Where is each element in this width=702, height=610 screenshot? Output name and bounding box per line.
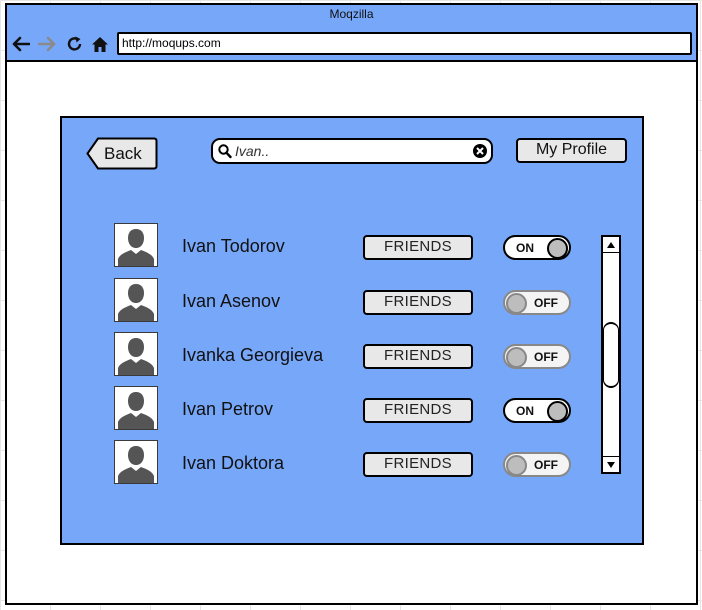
scrollbar[interactable]: [601, 235, 621, 474]
arrow-right-icon[interactable]: [37, 35, 57, 53]
scroll-thumb[interactable]: [603, 322, 619, 388]
toggle-label: ON: [516, 241, 534, 255]
user-silhouette-icon: [118, 229, 154, 266]
friends-status-button[interactable]: FRIENDS: [363, 290, 473, 315]
notification-toggle[interactable]: ON: [503, 398, 571, 423]
friend-name[interactable]: Ivan Doktora: [182, 453, 284, 474]
toggle-knob: [547, 401, 568, 422]
browser-titlebar: Moqzilla http://moqups.com: [7, 5, 696, 62]
search-input[interactable]: [235, 142, 465, 160]
search-icon: [218, 144, 232, 164]
avatar[interactable]: [114, 278, 158, 322]
friends-status-button[interactable]: FRIENDS: [363, 452, 473, 477]
friend-name[interactable]: Ivan Asenov: [182, 291, 280, 312]
notification-toggle[interactable]: OFF: [503, 344, 571, 369]
scroll-up-arrow-icon[interactable]: [603, 237, 619, 253]
user-silhouette-icon: [118, 284, 154, 321]
friend-name[interactable]: Ivanka Georgieva: [182, 345, 323, 366]
back-button-label: Back: [104, 144, 142, 163]
friends-status-button[interactable]: FRIENDS: [363, 398, 473, 423]
notification-toggle[interactable]: OFF: [503, 452, 571, 477]
avatar[interactable]: [114, 332, 158, 376]
back-button[interactable]: Back: [86, 137, 158, 170]
url-bar[interactable]: http://moqups.com: [117, 32, 692, 55]
home-icon[interactable]: [90, 35, 110, 53]
arrow-left-icon[interactable]: [11, 35, 31, 53]
toggle-label: OFF: [534, 296, 558, 310]
search-box: [211, 138, 493, 164]
toggle-knob: [506, 455, 527, 476]
toggle-label: ON: [516, 404, 534, 418]
toggle-knob: [506, 293, 527, 314]
scroll-down-arrow-icon[interactable]: [603, 456, 619, 472]
friend-name[interactable]: Ivan Todorov: [182, 236, 285, 257]
user-silhouette-icon: [118, 392, 154, 429]
user-silhouette-icon: [118, 446, 154, 483]
avatar[interactable]: [114, 440, 158, 484]
friends-status-button[interactable]: FRIENDS: [363, 344, 473, 369]
window-title: Moqzilla: [329, 7, 374, 21]
clear-search-icon[interactable]: [472, 143, 488, 164]
reload-icon[interactable]: [65, 35, 85, 53]
friends-status-button[interactable]: FRIENDS: [363, 235, 473, 260]
notification-toggle[interactable]: OFF: [503, 290, 571, 315]
avatar[interactable]: [114, 223, 158, 267]
avatar[interactable]: [114, 386, 158, 430]
toggle-label: OFF: [534, 458, 558, 472]
toggle-knob: [547, 238, 568, 259]
notification-toggle[interactable]: ON: [503, 235, 571, 260]
user-silhouette-icon: [118, 338, 154, 375]
toggle-label: OFF: [534, 350, 558, 364]
toggle-knob: [506, 347, 527, 368]
my-profile-button[interactable]: My Profile: [516, 138, 627, 163]
friend-name[interactable]: Ivan Petrov: [182, 399, 273, 420]
